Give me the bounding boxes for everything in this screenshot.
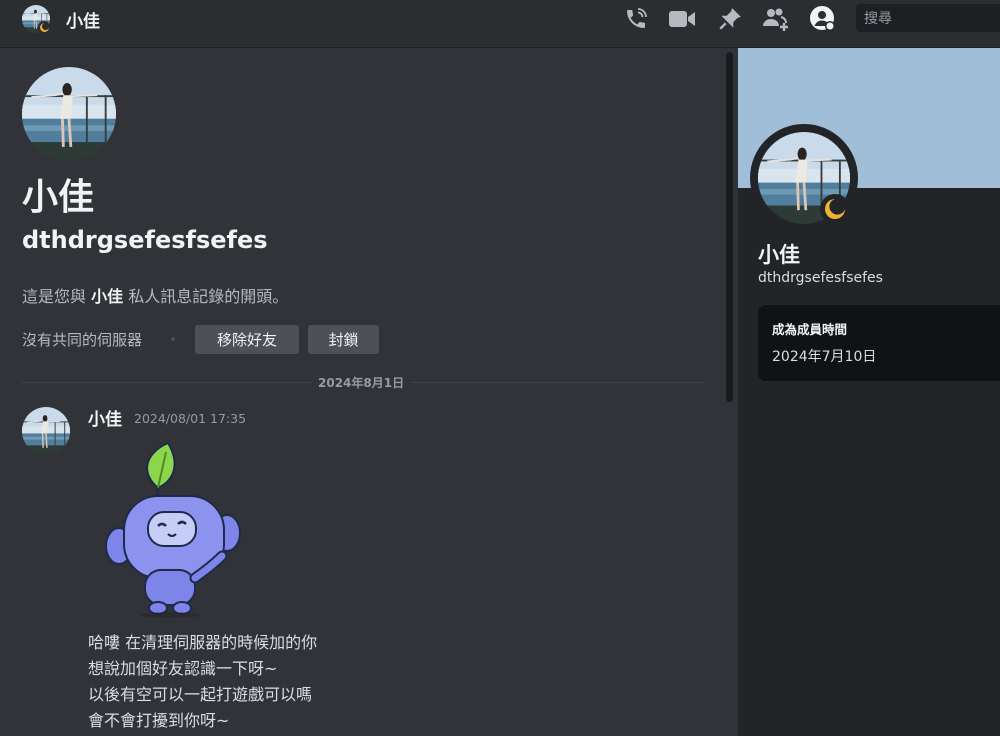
video-call-icon[interactable] [668,6,696,32]
date-divider-label: 2024年8月1日 [312,374,411,391]
message-line: 以後有空可以一起打遊戲可以嗎 [88,685,313,704]
separator-dot [171,337,175,341]
search-input[interactable]: 搜尋 [856,4,1000,32]
pin-icon[interactable] [716,6,744,32]
beginning-user-name: 小佳 [91,287,124,306]
intro-avatar[interactable] [22,67,116,161]
message-line: 哈嘍 在清理伺服器的時候加的你 [88,633,318,652]
profile-toggle-icon[interactable] [809,6,837,32]
message-author[interactable]: 小佳 [88,405,122,430]
idle-moon-icon [820,194,850,224]
block-button[interactable]: 封鎖 [308,325,379,354]
member-since-title: 成為成員時間 [772,322,848,337]
phone-call-icon[interactable] [622,6,650,32]
intro-username: dthdrgsefesfsefes [22,226,268,254]
member-since-card: 成為成員時間 2024年7月10日 [758,305,1000,381]
conversation-beginning-text: 這是您與 小佳 私人訊息記錄的開頭。 [22,287,289,306]
header-title: 小佳 [66,12,100,32]
idle-moon-icon [38,21,50,33]
no-mutual-servers: 沒有共同的伺服器 [22,331,143,349]
message-timestamp: 2024/08/01 17:35 [134,411,247,426]
add-friend-icon[interactable] [762,6,790,32]
intro-display-name: 小佳 [22,177,95,218]
message-line: 想說加個好友認識一下呀~ [88,659,278,678]
scrollbar-thumb[interactable] [726,52,733,402]
member-since-date: 2024年7月10日 [772,349,877,365]
profile-username: dthdrgsefesfsefes [758,270,883,286]
profile-panel: 小佳 dthdrgsefesfsefes 成為成員時間 2024年7月10日 [738,48,1000,736]
message-line: 會不會打擾到你呀~ [88,711,230,730]
profile-display-name: 小佳 [758,243,800,267]
header-bar: 小佳 搜尋 [0,0,1000,48]
wumpus-sticker[interactable] [100,438,250,618]
remove-friend-button[interactable]: 移除好友 [195,325,299,354]
message-avatar[interactable] [22,407,70,455]
